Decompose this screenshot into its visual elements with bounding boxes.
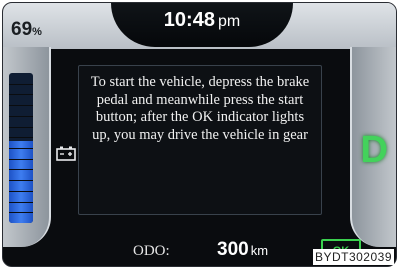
clock-period: pm [217, 13, 241, 30]
odometer-label: ODO: [133, 243, 170, 259]
battery-icon [56, 146, 76, 161]
battery-gauge-tick [9, 148, 33, 149]
odometer-value: 300 [217, 239, 249, 260]
instrument-cluster-display: 69% 10:48 pm D To start the vehicle, depr… [2, 2, 397, 267]
battery-gauge-tick [9, 83, 33, 85]
odometer-unit: km [250, 243, 269, 258]
battery-gauge-tick [9, 169, 33, 171]
battery-gauge-tick [9, 105, 33, 107]
battery-soc-readout: 69% [11, 19, 42, 41]
battery-gauge-tick [9, 180, 33, 182]
battery-gauge-tick [9, 126, 33, 128]
battery-gauge-tick [9, 94, 33, 96]
clock: 10:48 pm [111, 9, 293, 32]
battery-gauge-tick [9, 158, 33, 160]
clock-time: 10:48 [163, 9, 215, 31]
clock-panel: 10:48 pm [111, 3, 293, 47]
odometer-readout: 300 km [217, 239, 268, 261]
battery-gauge-tick [9, 201, 33, 203]
battery-percent-unit: % [32, 26, 42, 38]
battery-percent-value: 69 [11, 19, 33, 40]
battery-level-gauge [9, 73, 33, 223]
battery-gauge-tick [9, 212, 33, 214]
gear-indicator: D [360, 129, 388, 171]
battery-level-fill [9, 140, 33, 223]
start-instruction-dialog: To start the vehicle, depress the brake … [78, 65, 322, 215]
battery-gauge-tick [9, 137, 33, 139]
figure-reference-code: BYDT302039 [312, 249, 394, 265]
battery-gauge-tick [9, 115, 33, 117]
battery-gauge-tick [9, 190, 33, 192]
start-instruction-text: To start the vehicle, depress the brake … [90, 74, 310, 143]
